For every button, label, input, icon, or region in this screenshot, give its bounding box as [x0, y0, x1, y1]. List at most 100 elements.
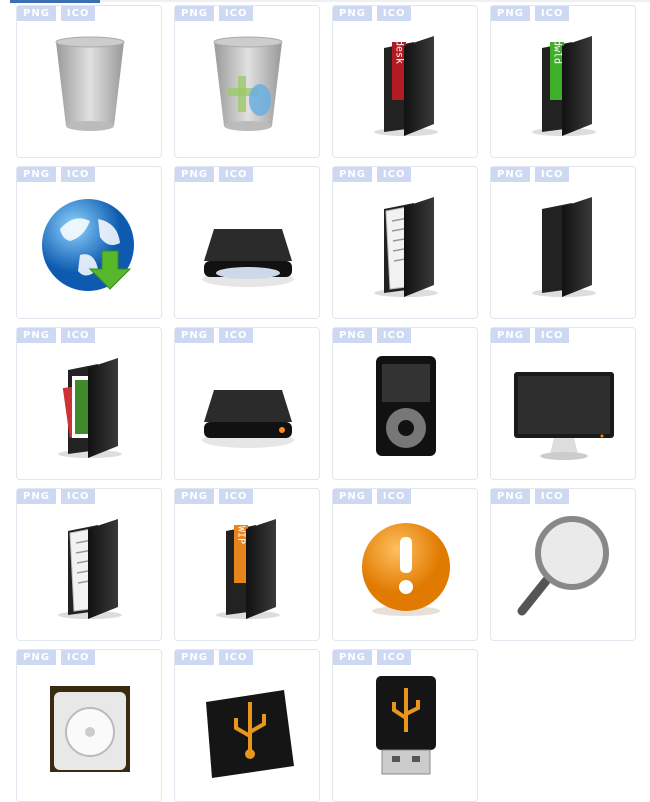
svg-text:desk: desk: [394, 40, 405, 64]
ipod-icon[interactable]: [356, 350, 456, 460]
png-download-button[interactable]: PNG: [175, 328, 214, 343]
format-badges: PNG ICO: [17, 328, 96, 343]
ico-download-button[interactable]: ICO: [60, 650, 96, 665]
png-download-button[interactable]: PNG: [17, 650, 56, 665]
magnifier-icon[interactable]: [514, 511, 614, 621]
folder-wip-icon[interactable]: WIP: [198, 511, 298, 621]
icon-card[interactable]: PNG ICO WIP: [174, 488, 320, 641]
ico-download-button[interactable]: ICO: [218, 650, 254, 665]
png-download-button[interactable]: PNG: [333, 167, 372, 182]
png-download-button[interactable]: PNG: [17, 6, 56, 21]
warning-icon[interactable]: [356, 511, 456, 621]
usb-drive-icon[interactable]: [198, 672, 298, 782]
hard-drive-icon[interactable]: [198, 350, 298, 460]
ico-download-button[interactable]: ICO: [60, 328, 96, 343]
icon-card[interactable]: PNG ICO: [332, 166, 478, 319]
png-download-button[interactable]: PNG: [17, 167, 56, 182]
format-badges: PNG ICO: [491, 328, 570, 343]
ico-download-button[interactable]: ICO: [376, 489, 412, 504]
icon-card[interactable]: PNG ICO: [174, 327, 320, 480]
ico-download-button[interactable]: ICO: [534, 6, 570, 21]
icon-grid: PNG ICO PNG ICO PNG ICO desk PNG ICO dwl…: [16, 5, 636, 802]
png-download-button[interactable]: PNG: [175, 650, 214, 665]
icon-card[interactable]: PNG ICO: [490, 166, 636, 319]
ico-download-button[interactable]: ICO: [60, 489, 96, 504]
ico-download-button[interactable]: ICO: [534, 167, 570, 182]
icon-card[interactable]: PNG ICO: [16, 488, 162, 641]
format-badges: PNG ICO: [333, 650, 412, 665]
icon-card[interactable]: PNG ICO: [174, 649, 320, 802]
icon-card[interactable]: PNG ICO dwld: [490, 5, 636, 158]
png-download-button[interactable]: PNG: [333, 328, 372, 343]
folder-dwld-icon[interactable]: dwld: [514, 28, 614, 138]
ico-download-button[interactable]: ICO: [218, 167, 254, 182]
icon-card[interactable]: PNG ICO: [174, 5, 320, 158]
png-download-button[interactable]: PNG: [333, 650, 372, 665]
svg-text:WIP: WIP: [236, 526, 247, 544]
format-badges: PNG ICO: [333, 489, 412, 504]
png-download-button[interactable]: PNG: [175, 6, 214, 21]
icon-card[interactable]: PNG ICO desk: [332, 5, 478, 158]
ico-download-button[interactable]: ICO: [376, 650, 412, 665]
format-badges: PNG ICO: [491, 167, 570, 182]
png-download-button[interactable]: PNG: [17, 328, 56, 343]
format-badges: PNG ICO: [333, 328, 412, 343]
format-badges: PNG ICO: [491, 489, 570, 504]
trash-full-icon[interactable]: [198, 28, 298, 138]
format-badges: PNG ICO: [175, 650, 254, 665]
ico-download-button[interactable]: ICO: [218, 489, 254, 504]
ico-download-button[interactable]: ICO: [218, 328, 254, 343]
format-badges: PNG ICO: [175, 489, 254, 504]
trash-empty-icon[interactable]: [40, 28, 140, 138]
icon-card[interactable]: PNG ICO: [16, 649, 162, 802]
icon-card[interactable]: PNG ICO: [332, 488, 478, 641]
monitor-icon[interactable]: [514, 350, 614, 460]
cd-drive-icon[interactable]: [198, 189, 298, 299]
folder-pictures-icon[interactable]: [40, 350, 140, 460]
png-download-button[interactable]: PNG: [491, 489, 530, 504]
globe-download-icon[interactable]: [40, 189, 140, 299]
format-badges: PNG ICO: [17, 167, 96, 182]
folder-black-icon[interactable]: [514, 189, 614, 299]
icon-card[interactable]: PNG ICO: [332, 649, 478, 802]
format-badges: PNG ICO: [17, 650, 96, 665]
format-badges: PNG ICO: [175, 167, 254, 182]
icon-card[interactable]: PNG ICO: [174, 166, 320, 319]
icon-card[interactable]: PNG ICO: [490, 488, 636, 641]
ico-download-button[interactable]: ICO: [218, 6, 254, 21]
png-download-button[interactable]: PNG: [491, 328, 530, 343]
format-badges: PNG ICO: [491, 6, 570, 21]
format-badges: PNG ICO: [175, 328, 254, 343]
active-tab-indicator: [10, 0, 100, 3]
icon-card[interactable]: PNG ICO: [332, 327, 478, 480]
png-download-button[interactable]: PNG: [175, 489, 214, 504]
icon-card[interactable]: PNG ICO: [16, 166, 162, 319]
png-download-button[interactable]: PNG: [491, 167, 530, 182]
format-badges: PNG ICO: [17, 6, 96, 21]
icon-card[interactable]: PNG ICO: [16, 5, 162, 158]
ico-download-button[interactable]: ICO: [376, 167, 412, 182]
folder-text-icon[interactable]: [40, 511, 140, 621]
format-badges: PNG ICO: [333, 167, 412, 182]
speaker-drive-icon[interactable]: [40, 672, 140, 782]
png-download-button[interactable]: PNG: [491, 6, 530, 21]
usb-stick-icon[interactable]: [356, 672, 456, 782]
png-download-button[interactable]: PNG: [333, 489, 372, 504]
svg-text:dwld: dwld: [552, 40, 563, 64]
png-download-button[interactable]: PNG: [17, 489, 56, 504]
ico-download-button[interactable]: ICO: [60, 167, 96, 182]
png-download-button[interactable]: PNG: [175, 167, 214, 182]
ico-download-button[interactable]: ICO: [534, 328, 570, 343]
folder-documents-icon[interactable]: [356, 189, 456, 299]
ico-download-button[interactable]: ICO: [60, 6, 96, 21]
format-badges: PNG ICO: [17, 489, 96, 504]
ico-download-button[interactable]: ICO: [376, 328, 412, 343]
icon-card[interactable]: PNG ICO: [490, 327, 636, 480]
ico-download-button[interactable]: ICO: [376, 6, 412, 21]
folder-desk-icon[interactable]: desk: [356, 28, 456, 138]
ico-download-button[interactable]: ICO: [534, 489, 570, 504]
format-badges: PNG ICO: [175, 6, 254, 21]
png-download-button[interactable]: PNG: [333, 6, 372, 21]
divider: [100, 0, 650, 2]
icon-card[interactable]: PNG ICO: [16, 327, 162, 480]
